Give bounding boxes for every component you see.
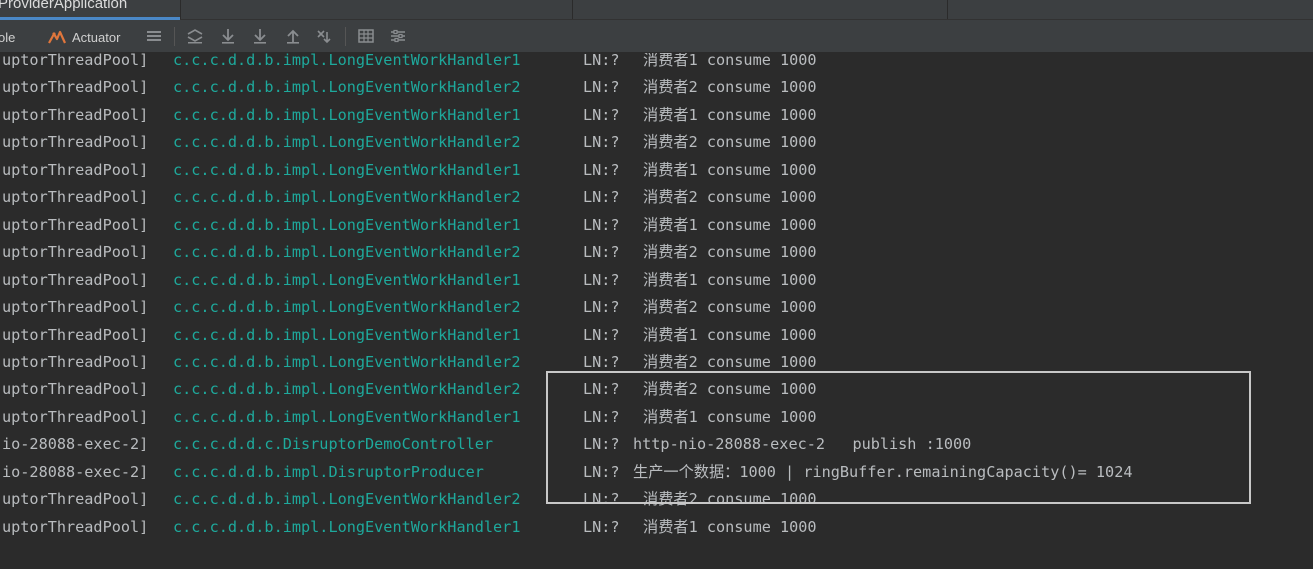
log-thread: uptorThreadPool] xyxy=(2,133,149,152)
log-message: 消费者2 consume 1000 xyxy=(643,188,817,207)
log-logger: c.c.c.d.d.b.impl.DisruptorProducer xyxy=(173,462,484,481)
log-line: uptorThreadPool] c.c.c.d.d.b.impl.LongEve… xyxy=(0,327,1313,354)
log-thread: uptorThreadPool] xyxy=(2,270,149,289)
tab-divider xyxy=(180,0,181,19)
log-logger: c.c.c.d.d.b.impl.LongEventWorkHandler1 xyxy=(173,517,521,536)
log-logger: c.c.c.d.d.b.impl.LongEventWorkHandler2 xyxy=(173,298,521,317)
log-line: uptorThreadPool] c.c.c.d.d.b.impl.LongEve… xyxy=(0,53,1313,79)
log-thread: uptorThreadPool] xyxy=(2,380,149,399)
log-message: 消费者1 consume 1000 xyxy=(643,517,817,536)
clear-icon[interactable] xyxy=(316,28,334,44)
tab-label: ProviderApplication xyxy=(0,0,128,12)
log-message: 消费者1 consume 1000 xyxy=(643,215,817,234)
download-icon[interactable] xyxy=(251,28,269,44)
log-thread: uptorThreadPool] xyxy=(2,325,149,344)
upload-icon[interactable] xyxy=(284,28,302,44)
log-logger: c.c.c.d.d.b.impl.LongEventWorkHandler1 xyxy=(173,53,521,69)
log-thread: uptorThreadPool] xyxy=(2,352,149,371)
log-thread: uptorThreadPool] xyxy=(2,53,149,69)
log-line-number: LN:? xyxy=(583,215,620,234)
log-logger: c.c.c.d.d.b.impl.LongEventWorkHandler2 xyxy=(173,133,521,152)
log-logger: c.c.c.d.d.b.impl.LongEventWorkHandler2 xyxy=(173,352,521,371)
run-tab-bar: ProviderApplication xyxy=(0,0,1313,20)
log-line-number: LN:? xyxy=(583,270,620,289)
tab-divider xyxy=(572,0,573,19)
log-logger: c.c.c.d.d.b.impl.LongEventWorkHandler2 xyxy=(173,78,521,97)
log-thread: uptorThreadPool] xyxy=(2,490,149,509)
log-logger: c.c.c.d.d.b.impl.LongEventWorkHandler1 xyxy=(173,407,521,426)
console-toolbar: ole Actuator xyxy=(0,20,1313,53)
log-line-number: LN:? xyxy=(583,188,620,207)
log-line-number: LN:? xyxy=(583,78,620,97)
menu-icon[interactable] xyxy=(145,28,163,44)
log-line: uptorThreadPool] c.c.c.d.d.b.impl.LongEve… xyxy=(0,299,1313,326)
log-message: 消费者2 consume 1000 xyxy=(643,78,817,97)
log-thread: uptorThreadPool] xyxy=(2,407,149,426)
settings-icon[interactable] xyxy=(389,28,407,44)
console-tab-label: ole xyxy=(0,30,16,45)
tab-actuator[interactable]: Actuator xyxy=(48,26,120,48)
actuator-icon xyxy=(48,30,66,44)
log-logger: c.c.c.d.d.b.impl.LongEventWorkHandler2 xyxy=(173,188,521,207)
log-message: 消费者2 consume 1000 xyxy=(643,133,817,152)
log-line-number: LN:? xyxy=(583,298,620,317)
scroll-to-end-icon[interactable] xyxy=(186,28,204,44)
log-line: uptorThreadPool] c.c.c.d.d.b.impl.LongEve… xyxy=(0,107,1313,134)
log-line: uptorThreadPool] c.c.c.d.d.b.impl.LongEve… xyxy=(0,244,1313,271)
log-logger: c.c.c.d.d.c.DisruptorDemoController xyxy=(173,435,494,454)
log-logger: c.c.c.d.d.b.impl.LongEventWorkHandler1 xyxy=(173,105,521,124)
log-line: uptorThreadPool] c.c.c.d.d.b.impl.LongEve… xyxy=(0,272,1313,299)
log-line-number: LN:? xyxy=(583,105,620,124)
table-icon[interactable] xyxy=(357,28,375,44)
log-thread: uptorThreadPool] xyxy=(2,105,149,124)
log-thread: io-28088-exec-2] xyxy=(2,435,149,454)
log-line-number: LN:? xyxy=(583,325,620,344)
tab-console[interactable]: ole xyxy=(0,30,15,45)
log-line-number: LN:? xyxy=(583,243,620,262)
log-line: uptorThreadPool] c.c.c.d.d.b.impl.LongEve… xyxy=(0,134,1313,161)
log-thread: uptorThreadPool] xyxy=(2,243,149,262)
log-line: uptorThreadPool] c.c.c.d.d.b.impl.LongEve… xyxy=(0,162,1313,189)
log-logger: c.c.c.d.d.b.impl.LongEventWorkHandler1 xyxy=(173,325,521,344)
log-message: 消费者1 consume 1000 xyxy=(643,105,817,124)
log-thread: uptorThreadPool] xyxy=(2,188,149,207)
log-line-number: LN:? xyxy=(583,517,620,536)
toolbar-separator xyxy=(174,27,175,46)
log-line-number: LN:? xyxy=(583,133,620,152)
log-line: uptorThreadPool] c.c.c.d.d.b.impl.LongEve… xyxy=(0,519,1313,546)
log-thread: uptorThreadPool] xyxy=(2,78,149,97)
log-line: uptorThreadPool] c.c.c.d.d.b.impl.LongEve… xyxy=(0,189,1313,216)
log-logger: c.c.c.d.d.b.impl.LongEventWorkHandler2 xyxy=(173,490,521,509)
actuator-tab-label: Actuator xyxy=(72,29,121,45)
log-message: 消费者2 consume 1000 xyxy=(643,298,817,317)
log-thread: uptorThreadPool] xyxy=(2,517,149,536)
log-message: 消费者2 consume 1000 xyxy=(643,243,817,262)
log-logger: c.c.c.d.d.b.impl.LongEventWorkHandler1 xyxy=(173,160,521,179)
toolbar-separator xyxy=(345,27,346,46)
log-message: 消费者2 consume 1000 xyxy=(643,352,817,371)
log-thread: uptorThreadPool] xyxy=(2,298,149,317)
log-line: uptorThreadPool] c.c.c.d.d.b.impl.LongEve… xyxy=(0,79,1313,106)
log-logger: c.c.c.d.d.b.impl.LongEventWorkHandler2 xyxy=(173,243,521,262)
highlight-box xyxy=(546,371,1251,504)
log-thread: uptorThreadPool] xyxy=(2,160,149,179)
log-logger: c.c.c.d.d.b.impl.LongEventWorkHandler2 xyxy=(173,380,521,399)
log-message: 消费者1 consume 1000 xyxy=(643,325,817,344)
log-logger: c.c.c.d.d.b.impl.LongEventWorkHandler1 xyxy=(173,215,521,234)
log-line-number: LN:? xyxy=(583,53,620,69)
log-logger: c.c.c.d.d.b.impl.LongEventWorkHandler1 xyxy=(173,270,521,289)
log-line-number: LN:? xyxy=(583,352,620,371)
log-message: 消费者1 consume 1000 xyxy=(643,270,817,289)
log-message: 消费者1 consume 1000 xyxy=(643,160,817,179)
log-line: uptorThreadPool] c.c.c.d.d.b.impl.LongEve… xyxy=(0,217,1313,244)
log-message: 消费者1 consume 1000 xyxy=(643,53,817,69)
tab-divider xyxy=(947,0,948,19)
log-thread: uptorThreadPool] xyxy=(2,215,149,234)
download-icon[interactable] xyxy=(219,28,237,44)
log-thread: io-28088-exec-2] xyxy=(2,462,149,481)
log-line-number: LN:? xyxy=(583,160,620,179)
